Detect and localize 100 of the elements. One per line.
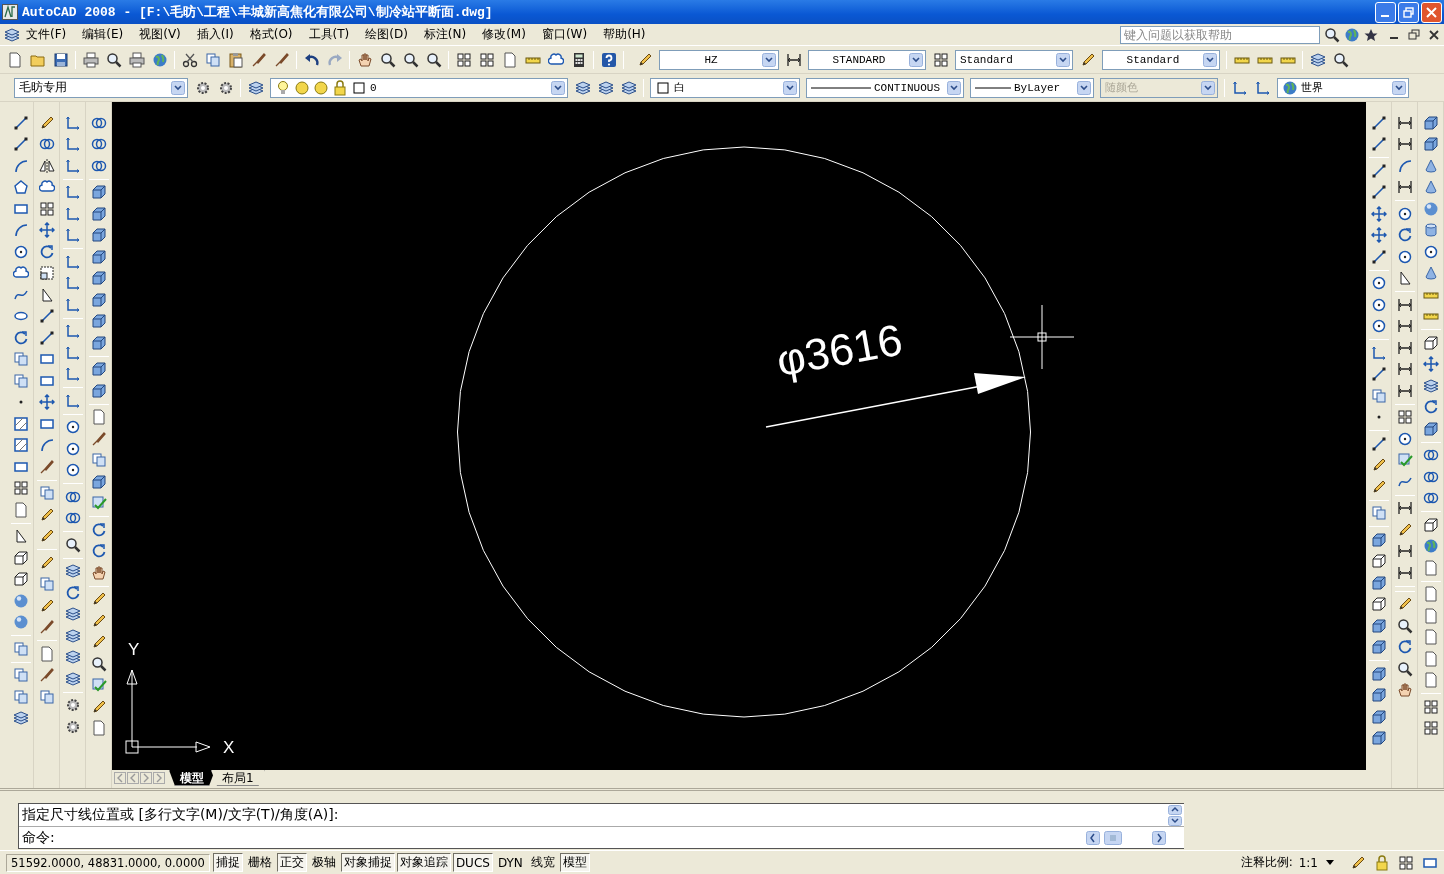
document-icon[interactable] (1422, 559, 1439, 576)
cube-icon[interactable] (1370, 531, 1387, 548)
cube-icon[interactable] (1422, 420, 1439, 437)
cone-icon[interactable] (1422, 179, 1439, 196)
document-icon[interactable] (1422, 629, 1439, 646)
cube-icon[interactable] (1422, 136, 1439, 153)
axes-icon[interactable] (1231, 79, 1248, 96)
copy-icon[interactable] (204, 51, 221, 68)
layers-icon[interactable] (64, 627, 81, 644)
restore-icon[interactable] (1408, 28, 1420, 41)
pencil-icon[interactable] (1396, 521, 1413, 538)
circle-icon[interactable] (1422, 243, 1439, 260)
axes-icon[interactable] (64, 184, 81, 201)
line-icon[interactable] (1370, 162, 1387, 179)
arc-icon[interactable] (12, 157, 29, 174)
globe-icon[interactable] (1422, 538, 1439, 555)
copy-icon[interactable] (38, 576, 55, 593)
move-arrows-icon[interactable] (1422, 356, 1439, 373)
cube-icon[interactable] (1370, 687, 1387, 704)
check-mark-icon[interactable] (1396, 452, 1413, 469)
copy-icon[interactable] (1370, 505, 1387, 522)
document-icon[interactable] (6, 51, 23, 68)
circle-icon[interactable] (64, 440, 81, 457)
menu-item[interactable]: 帮助(H) (597, 25, 652, 44)
sphere-icon[interactable] (12, 614, 29, 631)
status-toggle[interactable]: 对象追踪 (396, 853, 451, 872)
circle-icon[interactable] (1370, 296, 1387, 313)
cloud-icon[interactable] (547, 51, 564, 68)
menu-item[interactable]: 绘图(D) (359, 25, 414, 44)
cone-icon[interactable] (1422, 265, 1439, 282)
cube-icon[interactable] (1422, 334, 1439, 351)
grid-icon[interactable] (38, 200, 55, 217)
cube-icon[interactable] (12, 549, 29, 566)
copy-icon[interactable] (12, 640, 29, 657)
layers-icon[interactable] (64, 670, 81, 687)
axes-icon[interactable] (64, 157, 81, 174)
pencil-icon[interactable] (90, 698, 107, 715)
magnifier-icon[interactable] (402, 51, 419, 68)
dimension-icon[interactable] (1396, 564, 1413, 581)
rotate-arrow-icon[interactable] (90, 543, 107, 560)
line-icon[interactable] (1370, 366, 1387, 383)
layout-tab[interactable]: 模型 (169, 770, 215, 786)
cube-icon[interactable] (1370, 665, 1387, 682)
scissors-icon[interactable] (181, 51, 198, 68)
workspace-dropdown[interactable]: 毛昉专用 (14, 77, 188, 98)
menu-item[interactable]: 工具(T) (302, 25, 356, 44)
pencil-icon[interactable] (38, 528, 55, 545)
cube-icon[interactable] (12, 571, 29, 588)
menu-item[interactable]: 文件(F) (20, 25, 73, 44)
circle-icon[interactable] (12, 243, 29, 260)
axes-icon[interactable] (64, 323, 81, 340)
line-icon[interactable] (1370, 114, 1387, 131)
dropdown-arrow-icon[interactable] (1326, 859, 1334, 866)
scroll-arrow-icon[interactable] (1168, 815, 1182, 826)
undo-arrow-icon[interactable] (303, 51, 320, 68)
axes-icon[interactable] (64, 114, 81, 131)
hatch-icon[interactable] (12, 437, 29, 454)
line-icon[interactable] (1370, 136, 1387, 153)
hand-icon[interactable] (1396, 682, 1413, 699)
axes-icon[interactable] (1370, 344, 1387, 361)
grid-icon[interactable] (1396, 409, 1413, 426)
layers-icon[interactable] (64, 606, 81, 623)
menu-item[interactable]: 修改(M) (476, 25, 532, 44)
pencil-icon[interactable] (1370, 478, 1387, 495)
cube-icon[interactable] (1370, 639, 1387, 656)
pencil-icon[interactable] (90, 612, 107, 629)
line-icon[interactable] (12, 136, 29, 153)
magnifier-icon[interactable] (1396, 617, 1413, 634)
magnifier-icon[interactable] (1324, 26, 1340, 43)
axes-icon[interactable] (64, 366, 81, 383)
cube-icon[interactable] (90, 184, 107, 201)
scroll-arrow-icon[interactable] (1168, 804, 1182, 815)
circle-icon[interactable] (1396, 248, 1413, 265)
menu-item[interactable]: 窗口(W) (535, 25, 594, 44)
axes-icon[interactable] (64, 205, 81, 222)
cube-icon[interactable] (90, 227, 107, 244)
cube-icon[interactable] (1370, 596, 1387, 613)
magnifier-icon[interactable] (1396, 660, 1413, 677)
hand-icon[interactable] (356, 51, 373, 68)
copy-icon[interactable] (90, 452, 107, 469)
line-icon[interactable] (38, 308, 55, 325)
line-icon[interactable] (1370, 248, 1387, 265)
dimension-icon[interactable] (1396, 500, 1413, 517)
ucs-dropdown[interactable]: 世界 (1277, 77, 1409, 98)
padlock-icon[interactable] (1374, 854, 1390, 871)
circle-icon[interactable] (1370, 318, 1387, 335)
scroll-thumb[interactable] (1104, 830, 1122, 845)
status-toggle[interactable]: 正交 (276, 853, 307, 872)
brush-icon[interactable] (38, 619, 55, 636)
rotate-arrow-icon[interactable] (1396, 639, 1413, 656)
move-arrows-icon[interactable] (1370, 227, 1387, 244)
hatch-icon[interactable] (12, 415, 29, 432)
globe-icon[interactable] (151, 51, 168, 68)
multileader-style-dropdown[interactable]: Standard (1102, 49, 1220, 70)
copy-icon[interactable] (12, 688, 29, 705)
circle-icon[interactable] (64, 419, 81, 436)
status-toggle[interactable]: 模型 (559, 853, 590, 872)
magnifier-icon[interactable] (425, 51, 442, 68)
layers-icon[interactable] (247, 79, 264, 96)
dimension-icon[interactable] (1396, 114, 1413, 131)
